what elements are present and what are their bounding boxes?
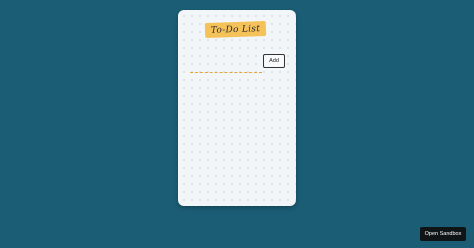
add-button[interactable]: Add (263, 54, 285, 68)
app-title: To-Do List (204, 20, 267, 39)
todo-input[interactable] (190, 62, 262, 73)
todo-card: To-Do List Add (178, 10, 296, 206)
open-sandbox-button[interactable]: Open Sandbox (420, 227, 466, 241)
